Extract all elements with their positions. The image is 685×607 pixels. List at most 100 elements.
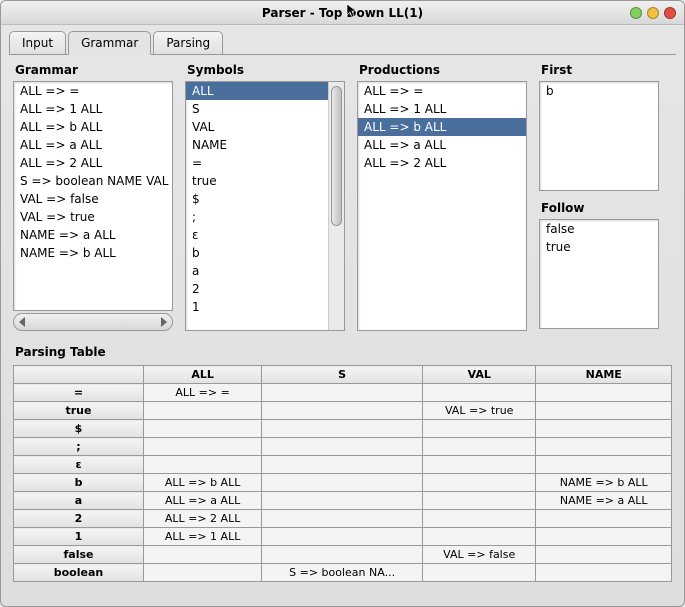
- table-cell[interactable]: [536, 546, 672, 564]
- table-cell[interactable]: [536, 384, 672, 402]
- table-cell[interactable]: ALL => a ALL: [144, 492, 262, 510]
- list-item[interactable]: ε: [186, 226, 344, 244]
- row-header[interactable]: a: [14, 492, 144, 510]
- list-item[interactable]: true: [186, 172, 344, 190]
- list-item[interactable]: ALL => a ALL: [358, 136, 526, 154]
- list-item[interactable]: ALL => b ALL: [14, 118, 172, 136]
- table-cell[interactable]: [262, 510, 423, 528]
- table-cell[interactable]: [423, 492, 536, 510]
- tab-parsing[interactable]: Parsing: [153, 31, 223, 54]
- table-cell[interactable]: ALL => 2 ALL: [144, 510, 262, 528]
- list-item[interactable]: ALL => b ALL: [358, 118, 526, 136]
- row-header[interactable]: ;: [14, 438, 144, 456]
- list-item[interactable]: a: [186, 262, 344, 280]
- row-header[interactable]: true: [14, 402, 144, 420]
- list-item[interactable]: ALL => a ALL: [14, 136, 172, 154]
- table-cell[interactable]: [423, 456, 536, 474]
- list-item[interactable]: ALL => 2 ALL: [14, 154, 172, 172]
- table-cell[interactable]: ALL => =: [144, 384, 262, 402]
- list-item[interactable]: $: [186, 190, 344, 208]
- column-header[interactable]: ALL: [144, 366, 262, 384]
- parsing-table[interactable]: ALLSVALNAME=ALL => =trueVAL => true$;εbA…: [13, 365, 672, 582]
- list-item[interactable]: 2: [186, 280, 344, 298]
- column-header[interactable]: S: [262, 366, 423, 384]
- table-cell[interactable]: [423, 510, 536, 528]
- list-item[interactable]: VAL: [186, 118, 344, 136]
- row-header[interactable]: 2: [14, 510, 144, 528]
- grammar-listbox[interactable]: ALL => =ALL => 1 ALLALL => b ALLALL => a…: [13, 81, 173, 311]
- table-cell[interactable]: [262, 456, 423, 474]
- table-cell[interactable]: [262, 492, 423, 510]
- table-cell[interactable]: [144, 402, 262, 420]
- scrollbar-thumb[interactable]: [331, 86, 342, 226]
- table-cell[interactable]: [144, 564, 262, 582]
- column-header[interactable]: VAL: [423, 366, 536, 384]
- row-header[interactable]: b: [14, 474, 144, 492]
- row-header[interactable]: boolean: [14, 564, 144, 582]
- table-cell[interactable]: [423, 474, 536, 492]
- list-item[interactable]: NAME => a ALL: [14, 226, 172, 244]
- list-item[interactable]: VAL => false: [14, 190, 172, 208]
- list-item[interactable]: ALL => 2 ALL: [358, 154, 526, 172]
- table-cell[interactable]: [536, 438, 672, 456]
- list-item[interactable]: ALL => 1 ALL: [14, 100, 172, 118]
- table-cell[interactable]: S => boolean NA...: [262, 564, 423, 582]
- table-cell[interactable]: [262, 384, 423, 402]
- table-cell[interactable]: [423, 384, 536, 402]
- list-item[interactable]: S: [186, 100, 344, 118]
- list-item[interactable]: =: [186, 154, 344, 172]
- row-header[interactable]: 1: [14, 528, 144, 546]
- first-listbox[interactable]: b: [539, 81, 659, 191]
- symbols-vscrollbar[interactable]: [328, 82, 344, 330]
- table-cell[interactable]: [262, 546, 423, 564]
- row-header[interactable]: ε: [14, 456, 144, 474]
- table-cell[interactable]: [144, 546, 262, 564]
- maximize-button[interactable]: [647, 7, 659, 19]
- table-cell[interactable]: VAL => false: [423, 546, 536, 564]
- table-cell[interactable]: [536, 564, 672, 582]
- table-cell[interactable]: [262, 528, 423, 546]
- tab-grammar[interactable]: Grammar: [68, 31, 151, 55]
- row-header[interactable]: $: [14, 420, 144, 438]
- table-cell[interactable]: [423, 564, 536, 582]
- symbols-listbox[interactable]: ALLSVALNAME=true$;εba21: [185, 81, 345, 331]
- table-cell[interactable]: [536, 420, 672, 438]
- list-item[interactable]: NAME => b ALL: [14, 244, 172, 262]
- list-item[interactable]: 1: [186, 298, 344, 316]
- table-cell[interactable]: ALL => b ALL: [144, 474, 262, 492]
- table-cell[interactable]: [144, 438, 262, 456]
- table-cell[interactable]: [536, 510, 672, 528]
- list-item[interactable]: b: [540, 82, 658, 100]
- minimize-button[interactable]: [630, 7, 642, 19]
- column-header[interactable]: NAME: [536, 366, 672, 384]
- close-button[interactable]: [664, 7, 676, 19]
- table-cell[interactable]: [536, 402, 672, 420]
- table-cell[interactable]: [262, 420, 423, 438]
- table-cell[interactable]: [262, 438, 423, 456]
- table-cell[interactable]: [423, 528, 536, 546]
- list-item[interactable]: ;: [186, 208, 344, 226]
- list-item[interactable]: S => boolean NAME VAL: [14, 172, 172, 190]
- list-item[interactable]: true: [540, 238, 658, 256]
- table-cell[interactable]: [144, 420, 262, 438]
- table-cell[interactable]: [262, 474, 423, 492]
- table-cell[interactable]: [423, 438, 536, 456]
- list-item[interactable]: b: [186, 244, 344, 262]
- table-cell[interactable]: NAME => b ALL: [536, 474, 672, 492]
- list-item[interactable]: false: [540, 220, 658, 238]
- grammar-hscrollbar[interactable]: [13, 313, 173, 331]
- table-cell[interactable]: [262, 402, 423, 420]
- productions-listbox[interactable]: ALL => =ALL => 1 ALLALL => b ALLALL => a…: [357, 81, 527, 331]
- row-header[interactable]: =: [14, 384, 144, 402]
- table-cell[interactable]: [536, 528, 672, 546]
- table-cell[interactable]: [423, 420, 536, 438]
- list-item[interactable]: ALL => 1 ALL: [358, 100, 526, 118]
- list-item[interactable]: ALL => =: [14, 82, 172, 100]
- follow-listbox[interactable]: falsetrue: [539, 219, 659, 329]
- table-cell[interactable]: ALL => 1 ALL: [144, 528, 262, 546]
- list-item[interactable]: NAME: [186, 136, 344, 154]
- table-cell[interactable]: NAME => a ALL: [536, 492, 672, 510]
- tab-input[interactable]: Input: [9, 31, 66, 54]
- table-cell[interactable]: VAL => true: [423, 402, 536, 420]
- list-item[interactable]: ALL => =: [358, 82, 526, 100]
